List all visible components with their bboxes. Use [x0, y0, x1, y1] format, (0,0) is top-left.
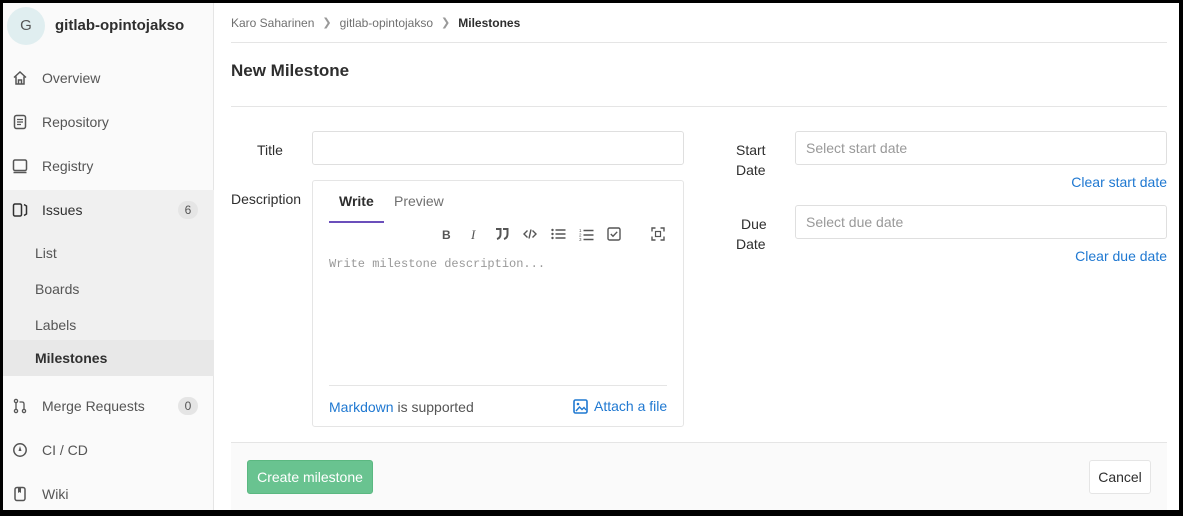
- start-date-label-line1: Start: [736, 142, 766, 158]
- issues-count-badge: 6: [178, 201, 198, 219]
- supported-text: is supported: [393, 399, 474, 415]
- numbered-list-icon[interactable]: 123: [577, 225, 595, 243]
- svg-text:3: 3: [579, 237, 582, 241]
- markdown-footer: Markdown is supported: [329, 399, 474, 415]
- form-actions: Create milestone Cancel: [231, 442, 1167, 510]
- page-title: New Milestone: [231, 61, 350, 80]
- sidebar-subitem-boards[interactable]: Boards: [3, 271, 214, 307]
- divider: [329, 385, 667, 386]
- breadcrumb: Karo Saharinen ❯ gitlab-opintojakso ❯ Mi…: [231, 3, 1167, 43]
- title-label: Title: [257, 142, 283, 158]
- due-date-label-line1: Due: [741, 216, 767, 232]
- sidebar-item-label: CI / CD: [42, 442, 88, 458]
- project-avatar: G: [7, 7, 45, 45]
- start-date-label-line2: Date: [736, 162, 766, 178]
- issues-icon: [11, 201, 29, 219]
- merge-requests-count-badge: 0: [178, 397, 198, 415]
- sidebar-item-ci-cd[interactable]: CI / CD: [3, 430, 214, 470]
- sidebar-item-registry[interactable]: Registry: [3, 146, 214, 186]
- svg-text:B: B: [442, 228, 451, 240]
- sidebar-subitem-list[interactable]: List: [3, 235, 214, 271]
- project-header[interactable]: G gitlab-opintojakso: [3, 3, 214, 51]
- svg-text:I: I: [470, 228, 476, 240]
- due-date-label-line2: Date: [736, 236, 766, 252]
- fullscreen-icon[interactable]: [649, 225, 667, 243]
- divider: [231, 106, 1167, 107]
- tab-preview[interactable]: Preview: [384, 189, 454, 223]
- app-window: G gitlab-opintojakso Overview Repository…: [3, 3, 1179, 510]
- quote-icon[interactable]: [493, 225, 511, 243]
- attach-file-label: Attach a file: [594, 398, 668, 414]
- doc-text-icon: [11, 113, 29, 131]
- rocket-icon: [11, 441, 29, 459]
- cancel-button[interactable]: Cancel: [1089, 460, 1151, 494]
- attach-file-button[interactable]: Attach a file: [573, 398, 667, 414]
- tab-write[interactable]: Write: [329, 189, 384, 223]
- sidebar-item-label: Merge Requests: [42, 398, 145, 414]
- breadcrumb-user[interactable]: Karo Saharinen: [231, 16, 314, 30]
- breadcrumb-current[interactable]: Milestones: [458, 16, 520, 30]
- description-label: Description: [231, 191, 302, 207]
- sidebar-item-overview[interactable]: Overview: [3, 58, 214, 98]
- sidebar-item-repository[interactable]: Repository: [3, 102, 214, 142]
- sidebar-item-label: Issues: [42, 202, 83, 218]
- sidebar-item-label: Repository: [42, 114, 109, 130]
- markdown-editor: Write Preview B I 123 Write milestone de…: [312, 180, 684, 427]
- italic-icon[interactable]: I: [465, 225, 483, 243]
- due-date-input[interactable]: [795, 205, 1167, 239]
- chevron-right-icon: ❯: [441, 17, 451, 29]
- sidebar-item-issues[interactable]: Issues 6: [3, 190, 214, 230]
- code-icon[interactable]: [521, 225, 539, 243]
- book-icon: [11, 485, 29, 503]
- project-name: gitlab-opintojakso: [55, 17, 185, 34]
- home-icon: [11, 69, 29, 87]
- sidebar-item-label: Overview: [42, 70, 101, 86]
- create-milestone-button[interactable]: Create milestone: [247, 460, 373, 494]
- markdown-help-link[interactable]: Markdown: [329, 399, 394, 415]
- breadcrumb-project[interactable]: gitlab-opintojakso: [340, 16, 433, 30]
- sidebar-item-wiki[interactable]: Wiki: [3, 474, 214, 510]
- clear-start-date-link[interactable]: Clear start date: [1071, 174, 1167, 190]
- start-date-input[interactable]: [795, 131, 1167, 165]
- sidebar-subitem-labels[interactable]: Labels: [3, 307, 214, 343]
- sidebar: G gitlab-opintojakso Overview Repository…: [3, 3, 214, 510]
- issues-submenu: List Boards Labels Milestones: [3, 227, 214, 376]
- container-image-icon: [11, 157, 29, 175]
- sidebar-subitem-milestones[interactable]: Milestones: [3, 340, 214, 376]
- clear-due-date-link[interactable]: Clear due date: [1075, 248, 1167, 264]
- image-icon: [573, 398, 588, 414]
- sidebar-item-merge-requests[interactable]: Merge Requests 0: [3, 386, 214, 426]
- main-content: Karo Saharinen ❯ gitlab-opintojakso ❯ Mi…: [231, 3, 1167, 510]
- sidebar-item-label: Registry: [42, 158, 94, 174]
- bold-icon[interactable]: B: [437, 225, 455, 243]
- bullet-list-icon[interactable]: [549, 225, 567, 243]
- task-list-icon[interactable]: [605, 225, 623, 243]
- title-input[interactable]: [312, 131, 684, 165]
- chevron-right-icon: ❯: [322, 17, 332, 29]
- git-merge-icon: [11, 397, 29, 415]
- sidebar-item-label: Wiki: [42, 486, 69, 502]
- description-textarea[interactable]: [329, 257, 667, 385]
